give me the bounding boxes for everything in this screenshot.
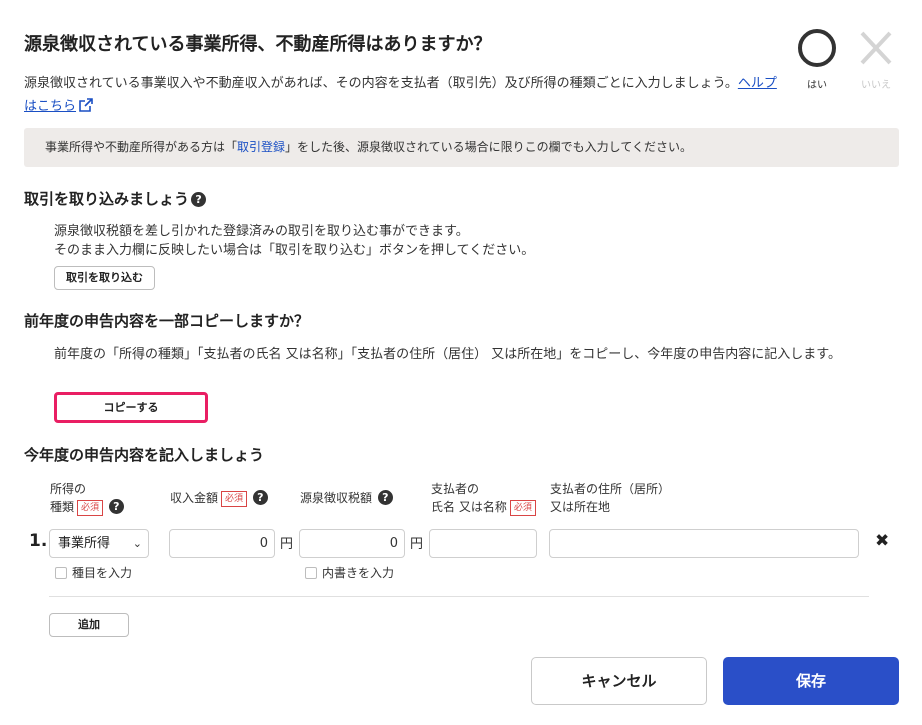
col-income-type: 所得の 種類 必須 ?	[50, 480, 124, 516]
help-icon[interactable]: ?	[252, 490, 268, 505]
copy-button[interactable]: コピーする	[54, 392, 208, 423]
income-type-select[interactable]: 事業所得 ⌄	[49, 529, 149, 558]
required-badge: 必須	[221, 491, 248, 507]
description-text: 源泉徴収されている事業収入や不動産収入があれば、その内容を支払者（取引先）及び所…	[24, 76, 738, 91]
import-line-1: 源泉徴収税額を差し引かれた登録済みの取引を取り込む事ができます。	[54, 224, 469, 239]
notice-text-prefix: 事業所得や不動産所得がある方は「	[45, 140, 238, 154]
notice-banner: 事業所得や不動産所得がある方は「取引登録」をした後、源泉徴収されている場合に限り…	[24, 128, 899, 167]
col-payer-name-line2: 氏名 又は名称	[431, 500, 507, 514]
external-link-icon[interactable]	[78, 97, 94, 113]
divider	[49, 596, 869, 597]
income-type-value: 事業所得	[58, 536, 111, 551]
col-revenue: 収入金額 必須 ?	[170, 489, 268, 507]
col-payer-address-line1: 支払者の住所（居所）	[550, 482, 671, 496]
cross-icon	[860, 31, 892, 65]
breakdown-checkbox-row[interactable]: 内書きを入力	[305, 564, 394, 581]
required-badge: 必須	[509, 500, 536, 516]
item-checkbox[interactable]	[55, 567, 67, 579]
col-revenue-label: 収入金額	[170, 491, 219, 505]
breakdown-checkbox[interactable]	[305, 567, 317, 579]
import-line-2: そのまま入力欄に反映したい場合は「取引を取り込む」ボタンを押してください。	[54, 243, 535, 258]
col-income-type-line1: 所得の	[50, 482, 87, 496]
notice-text-suffix: 」をした後、源泉徴収されている場合に限りこの欄でも入力してください。	[285, 140, 692, 154]
no-label: いいえ	[861, 80, 891, 91]
import-section-title: 取引を取り込みましょう?	[24, 188, 207, 209]
import-title-text: 取引を取り込みましょう	[24, 190, 190, 208]
col-withholding: 源泉徴収税額 ?	[300, 489, 393, 507]
page-description: 源泉徴収されている事業収入や不動産収入があれば、その内容を支払者（取引先）及び所…	[24, 72, 784, 118]
copy-section-body: 前年度の「所得の種類」「支払者の氏名 又は名称」「支払者の住所（居住） 又は所在…	[54, 347, 841, 362]
col-payer-address: 支払者の住所（居所） 又は所在地	[550, 480, 670, 516]
item-checkbox-row[interactable]: 種目を入力	[55, 564, 132, 581]
cancel-button[interactable]: キャンセル	[531, 657, 707, 705]
yen-unit: 円	[410, 537, 424, 552]
col-income-type-line2: 種類	[50, 500, 75, 514]
col-payer-name-line1: 支払者の	[431, 482, 480, 496]
add-row-button[interactable]: 追加	[49, 613, 129, 637]
yen-unit: 円	[280, 537, 294, 552]
col-withholding-label: 源泉徴収税額	[300, 491, 373, 505]
help-icon[interactable]: ?	[377, 490, 393, 505]
payer-address-input[interactable]	[549, 529, 859, 558]
delete-row-icon[interactable]: ✖	[875, 531, 889, 551]
help-icon[interactable]: ?	[191, 192, 207, 207]
yes-label: はい	[807, 80, 827, 91]
chevron-down-icon: ⌄	[132, 537, 142, 550]
copy-section-title: 前年度の申告内容を一部コピーしますか？	[24, 312, 310, 330]
help-icon[interactable]: ?	[108, 499, 124, 514]
withholding-input[interactable]: 0	[299, 529, 405, 558]
col-payer-name: 支払者の 氏名 又は名称 必須	[431, 480, 536, 516]
row-number: 1.	[29, 531, 48, 551]
entry-section-title: 今年度の申告内容を記入しましょう	[24, 446, 265, 464]
yes-option[interactable]: はい	[792, 26, 842, 91]
revenue-input[interactable]: 0	[169, 529, 275, 558]
required-badge: 必須	[77, 500, 104, 516]
no-option[interactable]: いいえ	[851, 26, 901, 91]
import-transactions-button[interactable]: 取引を取り込む	[54, 266, 155, 290]
transaction-register-link[interactable]: 取引登録	[237, 140, 285, 154]
col-payer-address-line2: 又は所在地	[550, 500, 611, 514]
save-button[interactable]: 保存	[723, 657, 899, 705]
item-checkbox-label: 種目を入力	[72, 566, 133, 580]
import-section-body: 源泉徴収税額を差し引かれた登録済みの取引を取り込む事ができます。 そのまま入力欄…	[54, 222, 534, 260]
payer-name-input[interactable]	[429, 529, 537, 558]
circle-icon	[798, 29, 836, 67]
breakdown-checkbox-label: 内書きを入力	[322, 566, 395, 580]
page-title: 源泉徴収されている事業所得、不動産所得はありますか？	[24, 34, 492, 55]
